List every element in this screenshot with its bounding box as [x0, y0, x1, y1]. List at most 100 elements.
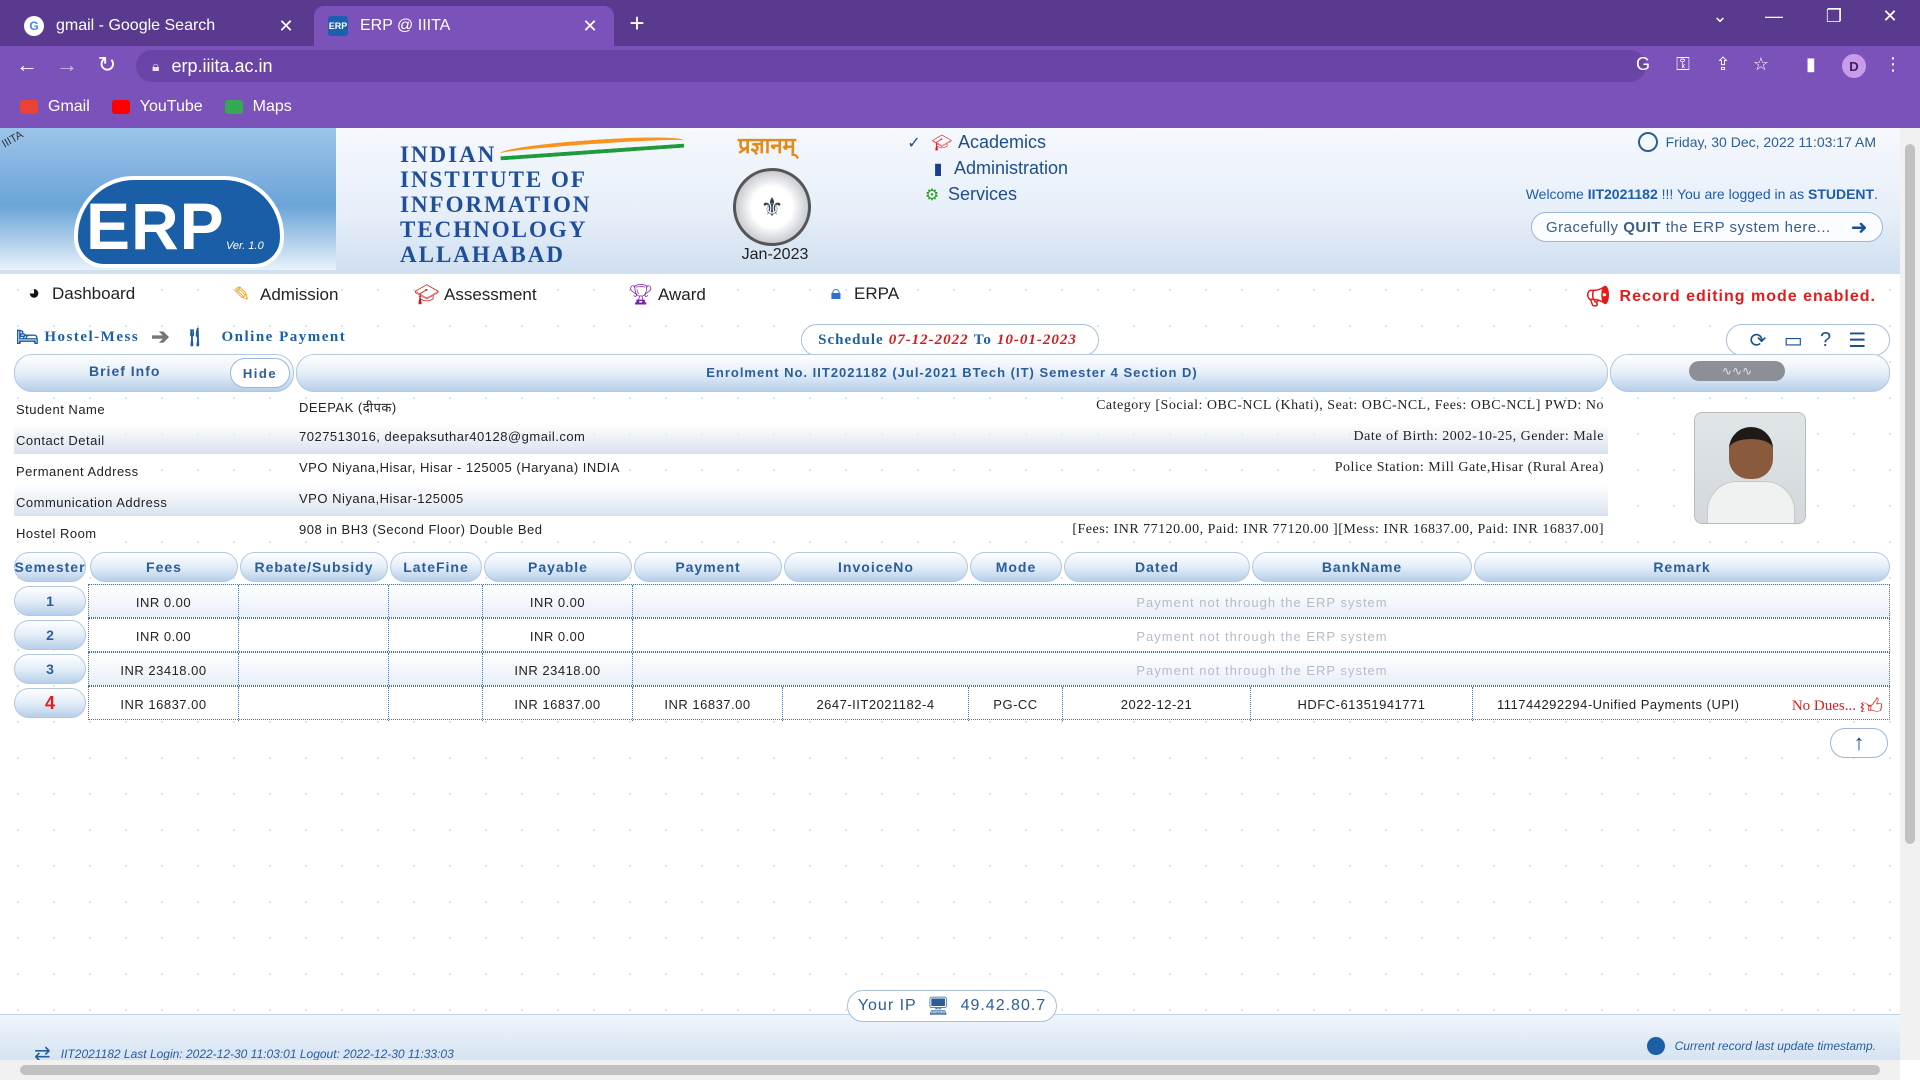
new-tab-button[interactable]: + — [622, 8, 652, 39]
no-dues-status: No Dues... 👍︎ — [1791, 694, 1883, 719]
bookmarks-bar: Gmail YouTube Maps — [0, 86, 1920, 128]
side-panel-icon[interactable]: ▮ — [1798, 54, 1824, 75]
last-update-info: Current record last update timestamp. — [1646, 1037, 1876, 1055]
col-latefine: LateFine — [390, 552, 482, 582]
col-invoice: InvoiceNo — [784, 552, 968, 582]
restore-icon[interactable]: ❐ — [1814, 6, 1854, 27]
lock-icon: 🔒︎ — [152, 57, 160, 74]
menu-award[interactable]: 🏆︎ Award — [628, 282, 706, 307]
help-icon[interactable]: ? — [1820, 329, 1831, 352]
back-icon[interactable]: ← — [12, 52, 42, 78]
col-payable: Payable — [484, 552, 632, 582]
bookmark-star-icon[interactable]: ☆ — [1748, 54, 1774, 75]
refresh-icon[interactable]: ⟳ — [1750, 328, 1767, 353]
invoice-cell[interactable]: 2647-IIT2021182-4 — [783, 687, 969, 721]
reload-icon[interactable]: ↻ — [92, 52, 122, 78]
url-text: erp.iiita.ac.in — [171, 55, 273, 76]
site-header: IIITA ERP Ver. 1.0 INDIAN INSTITUTE OF I… — [0, 128, 1900, 274]
breadcrumb-current: Online Payment — [221, 328, 347, 345]
latefine-cell — [389, 653, 483, 687]
menu-erpa[interactable]: 🔒︎ ERPA — [824, 282, 899, 305]
erp-icon: ERP — [328, 16, 348, 36]
top-menu-academics[interactable]: ✓ 🎓︎ Academics — [902, 132, 1046, 153]
payment-note: Payment not through the ERP system — [1136, 662, 1388, 678]
close-icon[interactable]: ✕ — [580, 16, 600, 37]
menu-assessment[interactable]: 🎓︎ Assessment — [414, 282, 537, 307]
mortarboard-icon: 🎓︎ — [414, 284, 440, 306]
erp-page: IIITA ERP Ver. 1.0 INDIAN INSTITUTE OF I… — [0, 128, 1900, 1060]
payable-cell: INR 16837.00 — [483, 687, 633, 721]
payment-schedule: Schedule 07-12-2022 To 10-01-2023 — [801, 324, 1099, 356]
payment-cell: INR 16837.00 — [633, 687, 783, 721]
utensils-icon: 🍴︎ — [183, 326, 208, 347]
clock-icon — [1646, 1037, 1665, 1055]
horizontal-scrollbar[interactable] — [0, 1060, 1900, 1080]
mode-cell: PG-CC — [969, 687, 1063, 721]
menu-admission[interactable]: ✎ Admission — [230, 282, 339, 307]
menu-dashboard[interactable]: ◕ Dashboard — [22, 282, 135, 305]
tab-search-icon[interactable]: ⌄ — [1700, 6, 1740, 27]
signature-bar: ∿∿∿ — [1610, 354, 1890, 392]
vertical-scrollbar[interactable] — [1900, 128, 1920, 1060]
gmail-icon — [20, 100, 38, 114]
table-row-current: 4 INR 16837.00 INR 16837.00 INR 16837.00… — [14, 686, 1890, 721]
address-bar[interactable]: 🔒︎ erp.iiita.ac.in — [136, 50, 1646, 82]
payable-cell: INR 0.00 — [483, 619, 633, 653]
clock-icon — [1637, 132, 1658, 152]
rebate-cell — [239, 653, 389, 687]
top-menu-services[interactable]: ⚙ Services — [920, 184, 1017, 205]
browser-tab-google[interactable]: G gmail - Google Search ✕ — [10, 6, 310, 46]
info-row-communication-address: Communication Address VPO Niyana,Hisar-1… — [14, 485, 1608, 516]
latefine-cell — [389, 619, 483, 653]
payable-cell: INR 23418.00 — [483, 653, 633, 687]
back-to-top-button[interactable]: ↑ — [1830, 728, 1888, 758]
hide-button[interactable]: Hide — [230, 358, 290, 388]
rebate-cell — [239, 585, 389, 619]
semester-cell: 1 — [14, 586, 86, 616]
breadcrumb: 🛏︎ Hostel-Mess ➔ 🍴︎ Online Payment — [16, 324, 346, 350]
col-dated: Dated — [1064, 552, 1250, 582]
ip-address-box: Your IP 🖥︎ 49.42.80.7 — [847, 990, 1057, 1022]
bookmark-label: Gmail — [48, 98, 90, 115]
dated-cell: 2022-12-21 — [1063, 687, 1251, 721]
google-lens-icon[interactable]: G — [1630, 54, 1656, 75]
hindi-motto: प्रज्ञानम् — [738, 133, 796, 158]
brief-info-label: Brief Info — [89, 363, 161, 379]
share-icon[interactable]: ⇪ — [1710, 54, 1736, 75]
breadcrumb-parent[interactable]: Hostel-Mess — [44, 329, 139, 346]
lock-icon: 🔒︎ — [830, 282, 842, 304]
fee-table-header: Semester Fees Rebate/Subsidy LateFine Pa… — [14, 552, 1890, 582]
window-close-icon[interactable]: ✕ — [1870, 6, 1910, 27]
profile-avatar[interactable]: D — [1842, 54, 1866, 78]
key-icon[interactable]: ⚿ — [1670, 54, 1696, 75]
bookmark-label: Maps — [252, 98, 292, 115]
bed-icon: 🛏︎ — [16, 326, 41, 347]
close-icon[interactable]: ✕ — [276, 16, 296, 37]
exchange-icon: ⇄ — [34, 1043, 51, 1060]
window-icon[interactable]: ▭ — [1784, 328, 1803, 353]
menu-icon[interactable]: ⋮ — [1880, 54, 1906, 75]
list-icon[interactable]: ☰ — [1848, 328, 1866, 353]
info-row-student-name: Student Name DEEPAK (दीपक) Category [Soc… — [16, 398, 1604, 417]
table-row: 2 INR 0.00 INR 0.00 Payment not through … — [14, 618, 1890, 653]
bookmark-youtube[interactable]: YouTube — [111, 98, 203, 116]
fees-cell: INR 0.00 — [89, 619, 239, 653]
semester-cell: 2 — [14, 620, 86, 650]
remark-cell: 111744292294-Unified Payments (UPI) — [1497, 696, 1740, 712]
check-icon: ✓ — [907, 134, 921, 152]
forward-icon[interactable]: → — [52, 52, 82, 78]
student-photo — [1694, 412, 1806, 524]
quit-button[interactable]: Gracefully QUIT the ERP system here... ➜ — [1531, 212, 1883, 242]
latefine-cell — [389, 585, 483, 619]
top-menu-administration[interactable]: ▮ Administration — [926, 158, 1068, 179]
col-remark: Remark — [1474, 552, 1890, 582]
session-label: Jan-2023 — [741, 246, 809, 263]
bookmark-gmail[interactable]: Gmail — [20, 98, 90, 116]
logo-corner-label: IIITA — [0, 128, 26, 151]
logo-version: Ver. 1.0 — [226, 240, 264, 252]
bookmark-maps[interactable]: Maps — [224, 98, 292, 116]
erp-logo[interactable]: IIITA ERP Ver. 1.0 — [0, 128, 336, 270]
browser-tab-erp[interactable]: ERP ERP @ IIITA ✕ — [314, 6, 614, 46]
minimize-icon[interactable]: — — [1754, 6, 1794, 27]
institute-emblem: ⚜ — [733, 168, 811, 246]
